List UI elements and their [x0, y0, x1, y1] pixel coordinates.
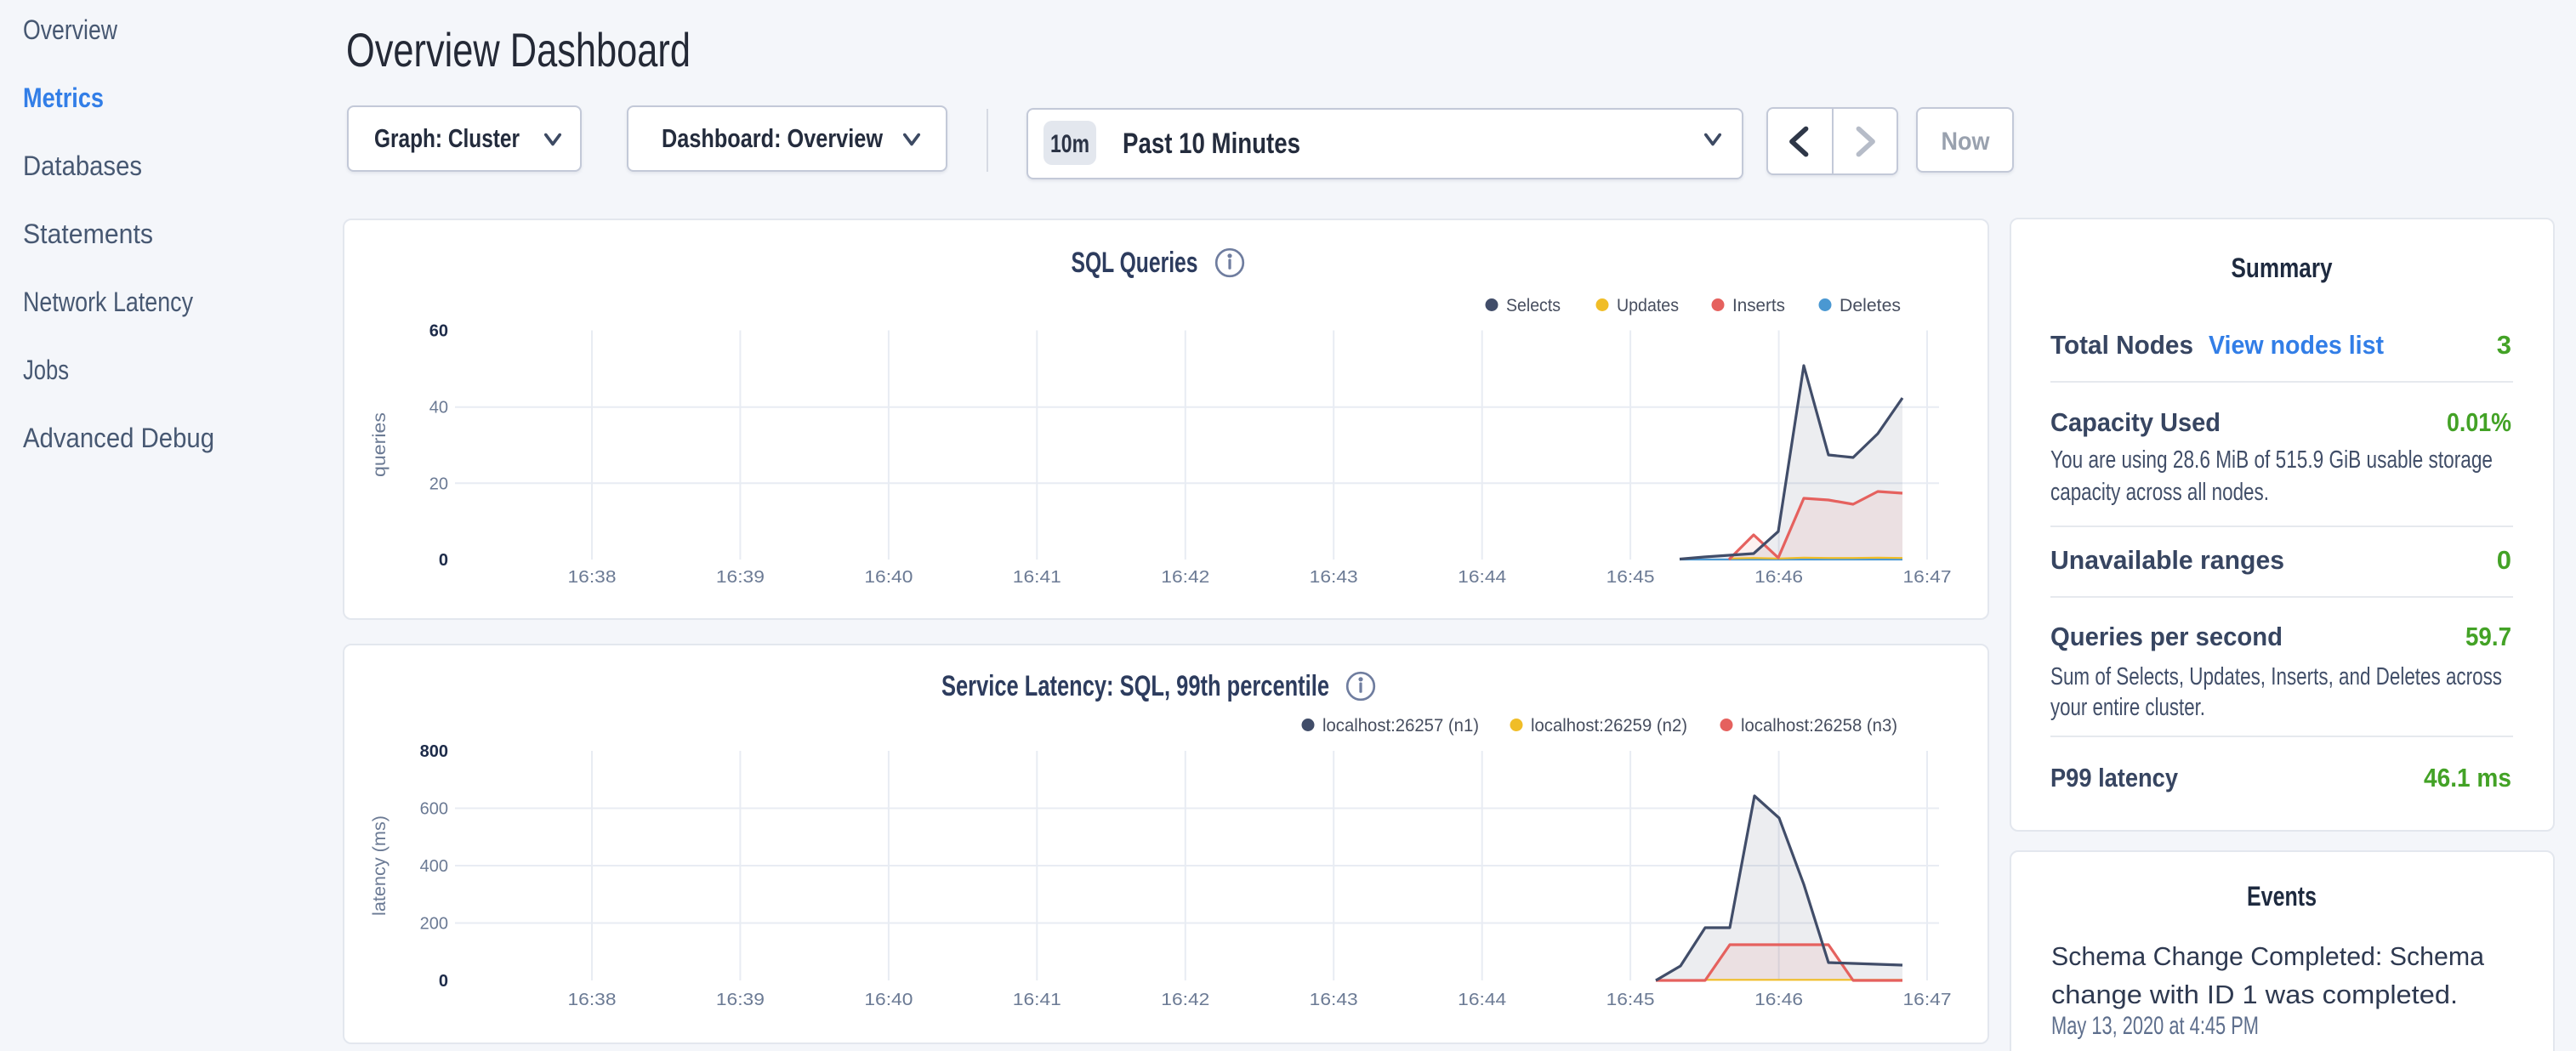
svg-text:16:41: 16:41 — [1013, 568, 1061, 587]
svg-text:Summary: Summary — [2232, 253, 2333, 283]
svg-text:16:39: 16:39 — [716, 568, 765, 587]
svg-text:16:43: 16:43 — [1310, 991, 1358, 1009]
svg-text:60: 60 — [429, 322, 448, 341]
svg-text:May 13, 2020 at 4:45 PM: May 13, 2020 at 4:45 PM — [2051, 1012, 2259, 1040]
svg-text:59.7: 59.7 — [2465, 622, 2511, 651]
svg-text:change with ID 1 was completed: change with ID 1 was completed. — [2051, 980, 2458, 1009]
svg-text:Capacity Used: Capacity Used — [2050, 407, 2221, 437]
svg-text:Past 10 Minutes: Past 10 Minutes — [1123, 128, 1300, 160]
svg-text:600: 600 — [420, 800, 448, 819]
svg-text:Updates: Updates — [1617, 296, 1679, 315]
svg-text:capacity across all nodes.: capacity across all nodes. — [2050, 479, 2269, 506]
svg-text:16:42: 16:42 — [1161, 991, 1209, 1009]
svg-text:Network Latency: Network Latency — [23, 287, 193, 317]
svg-text:Metrics: Metrics — [23, 82, 104, 113]
svg-text:16:39: 16:39 — [716, 991, 765, 1009]
svg-text:Databases: Databases — [23, 151, 142, 181]
svg-text:46.1 ms: 46.1 ms — [2424, 763, 2511, 793]
svg-text:View nodes list: View nodes list — [2209, 330, 2384, 360]
svg-text:16:45: 16:45 — [1606, 991, 1655, 1009]
svg-text:Now: Now — [1942, 128, 1991, 156]
svg-text:latency (ms): latency (ms) — [370, 815, 390, 916]
svg-text:You are using 28.6 MiB of 515.: You are using 28.6 MiB of 515.9 GiB usab… — [2050, 446, 2493, 474]
svg-text:16:40: 16:40 — [864, 991, 913, 1009]
svg-text:Overview: Overview — [23, 14, 118, 45]
svg-text:16:38: 16:38 — [568, 568, 617, 587]
svg-text:Service Latency: SQL, 99th per: Service Latency: SQL, 99th percentile — [941, 670, 1329, 702]
svg-text:0: 0 — [2497, 545, 2511, 575]
svg-text:Overview Dashboard: Overview Dashboard — [346, 23, 691, 77]
svg-text:16:41: 16:41 — [1013, 991, 1061, 1009]
svg-text:SQL Queries: SQL Queries — [1072, 247, 1198, 279]
svg-text:16:40: 16:40 — [864, 568, 913, 587]
svg-text:16:47: 16:47 — [1903, 991, 1952, 1009]
svg-text:P99 latency: P99 latency — [2050, 763, 2179, 793]
svg-text:16:46: 16:46 — [1754, 991, 1803, 1009]
svg-text:0: 0 — [439, 551, 448, 570]
svg-text:Inserts: Inserts — [1732, 296, 1785, 315]
svg-text:16:45: 16:45 — [1606, 568, 1655, 587]
svg-text:localhost:26257 (n1): localhost:26257 (n1) — [1322, 716, 1479, 736]
svg-text:16:43: 16:43 — [1310, 568, 1358, 587]
svg-text:Total Nodes: Total Nodes — [2050, 330, 2193, 360]
svg-text:your entire cluster.: your entire cluster. — [2050, 694, 2205, 721]
svg-text:200: 200 — [420, 915, 448, 934]
svg-text:Statements: Statements — [23, 219, 153, 249]
svg-text:16:46: 16:46 — [1754, 568, 1803, 587]
svg-text:10m: 10m — [1050, 130, 1089, 158]
svg-text:Graph: Cluster: Graph: Cluster — [374, 123, 520, 153]
svg-text:Selects: Selects — [1506, 296, 1561, 315]
svg-text:16:47: 16:47 — [1903, 568, 1952, 587]
svg-text:0: 0 — [439, 972, 448, 991]
svg-text:Deletes: Deletes — [1840, 296, 1901, 315]
svg-text:400: 400 — [420, 857, 448, 876]
svg-text:Queries per second: Queries per second — [2050, 622, 2283, 651]
svg-text:16:38: 16:38 — [568, 991, 617, 1009]
svg-text:localhost:26258 (n3): localhost:26258 (n3) — [1741, 716, 1897, 736]
svg-text:Events: Events — [2247, 881, 2317, 912]
svg-text:queries: queries — [370, 412, 390, 477]
svg-text:Dashboard: Overview: Dashboard: Overview — [662, 123, 884, 153]
svg-text:20: 20 — [429, 474, 448, 493]
svg-text:0.01%: 0.01% — [2447, 407, 2511, 437]
svg-text:Jobs: Jobs — [23, 355, 69, 385]
svg-text:Schema Change Completed: Schem: Schema Change Completed: Schema — [2051, 941, 2485, 971]
svg-text:16:42: 16:42 — [1161, 568, 1209, 587]
svg-text:40: 40 — [429, 399, 448, 418]
svg-text:Sum of Selects, Updates, Inser: Sum of Selects, Updates, Inserts, and De… — [2050, 663, 2502, 690]
svg-text:800: 800 — [420, 742, 448, 761]
svg-text:16:44: 16:44 — [1458, 991, 1506, 1009]
svg-text:3: 3 — [2497, 330, 2511, 360]
svg-text:Unavailable ranges: Unavailable ranges — [2050, 545, 2284, 575]
svg-text:localhost:26259 (n2): localhost:26259 (n2) — [1531, 716, 1687, 736]
svg-text:Advanced Debug: Advanced Debug — [23, 423, 214, 453]
svg-text:16:44: 16:44 — [1458, 568, 1506, 587]
